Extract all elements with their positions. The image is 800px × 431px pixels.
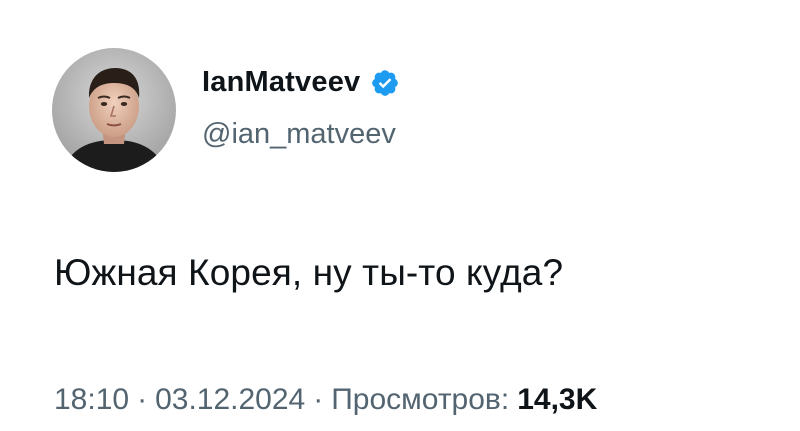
- tweet-text: Южная Корея, ну ты-то куда?: [54, 252, 564, 293]
- tweet-card: IanMatveev @ian_matveev Южная Корея, ну …: [0, 0, 800, 431]
- meta-separator: ·: [313, 383, 324, 416]
- tweet-meta: 18:10 · 03.12.2024 · Просмотров: 14,3K: [54, 383, 597, 417]
- author-handle[interactable]: @ian_matveev: [202, 118, 396, 151]
- views-label: Просмотров:: [331, 383, 510, 416]
- avatar-photo: [52, 48, 176, 172]
- avatar[interactable]: [52, 48, 176, 172]
- display-name[interactable]: IanMatveev: [202, 66, 360, 99]
- author-name-row[interactable]: IanMatveev: [202, 66, 400, 99]
- meta-separator: ·: [137, 383, 148, 416]
- verified-badge-icon: [370, 68, 400, 98]
- tweet-time[interactable]: 18:10: [54, 383, 129, 417]
- tweet-date[interactable]: 03.12.2024: [155, 383, 305, 417]
- views-count: 14,3K: [517, 383, 598, 416]
